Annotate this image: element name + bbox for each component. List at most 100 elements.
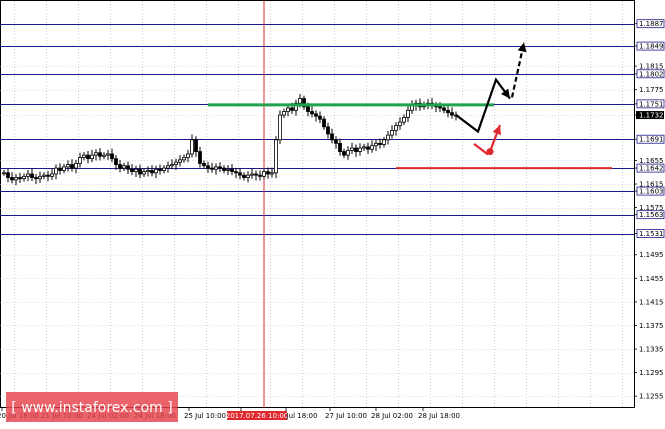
candle-body bbox=[358, 147, 362, 152]
forecast-annotations bbox=[208, 42, 612, 170]
candle-body bbox=[194, 139, 198, 152]
candle-body bbox=[22, 175, 26, 180]
plot-frame bbox=[0, 0, 635, 408]
candle-body bbox=[30, 173, 34, 178]
candle-body bbox=[442, 107, 446, 111]
candle-body bbox=[254, 173, 258, 176]
candle-body bbox=[66, 164, 70, 168]
candle-body bbox=[450, 112, 454, 116]
candle-body bbox=[310, 111, 314, 115]
candle-body bbox=[58, 167, 62, 171]
candle-body bbox=[174, 161, 178, 165]
candle-body bbox=[134, 168, 138, 173]
axis-tick-label: 1.1751 bbox=[639, 100, 664, 108]
candle-body bbox=[370, 145, 374, 150]
candle-body bbox=[374, 142, 378, 147]
candle-body bbox=[346, 150, 350, 156]
candle-body bbox=[94, 152, 98, 156]
candle-body bbox=[210, 167, 214, 170]
candle-body bbox=[286, 107, 290, 112]
watermark: [ www.instaforex.com ] bbox=[6, 392, 178, 422]
candle-body bbox=[206, 165, 210, 169]
grid bbox=[0, 0, 635, 408]
candle-body bbox=[82, 154, 86, 158]
chart-root: 1.18871.18491.18151.18021.17751.17511.17… bbox=[0, 0, 665, 429]
candle-body bbox=[378, 142, 382, 145]
candle-body bbox=[274, 139, 278, 174]
axis-tick-label: 1.1603 bbox=[639, 188, 664, 196]
candle-body bbox=[446, 109, 450, 114]
candle-body bbox=[110, 153, 114, 160]
candle-body bbox=[106, 153, 110, 156]
candle-body bbox=[150, 170, 154, 174]
candle-body bbox=[166, 165, 170, 169]
candle-body bbox=[138, 168, 142, 175]
candle-body bbox=[34, 177, 38, 180]
candle-body bbox=[54, 167, 58, 175]
axis-tick-label: 1.1887 bbox=[639, 20, 664, 28]
candle-body bbox=[114, 158, 118, 165]
price-axis: 1.18871.18491.18151.18021.17751.17511.17… bbox=[634, 19, 665, 401]
candle-body bbox=[146, 170, 150, 173]
axis-tick-label: 1.1642 bbox=[639, 165, 664, 173]
forecast-arrowhead bbox=[517, 42, 527, 53]
candle-body bbox=[298, 98, 302, 104]
candle-body bbox=[102, 154, 106, 157]
candle-body bbox=[26, 173, 30, 177]
candle-body bbox=[402, 117, 406, 123]
candle-body bbox=[50, 173, 54, 177]
candle-body bbox=[90, 154, 94, 160]
candle-body bbox=[10, 177, 14, 181]
current-price-label: 1.1732 bbox=[639, 112, 664, 120]
candle-body bbox=[2, 172, 6, 175]
candle-body bbox=[178, 159, 182, 163]
candle-body bbox=[198, 151, 202, 164]
candle-body bbox=[162, 167, 166, 171]
candle-body bbox=[246, 174, 250, 178]
candle-body bbox=[238, 172, 242, 176]
axis-tick-label: 1.1563 bbox=[639, 211, 664, 219]
candle-body bbox=[258, 174, 262, 177]
x-tick-label: Jul 18:00 bbox=[286, 412, 318, 420]
candle-body bbox=[182, 157, 186, 161]
candle-body bbox=[278, 114, 282, 141]
candle-body bbox=[282, 111, 286, 116]
candle-body bbox=[186, 153, 190, 158]
candle-body bbox=[70, 164, 74, 169]
candle-body bbox=[46, 174, 50, 177]
axis-tick-label: 1.1691 bbox=[639, 136, 664, 144]
candle-body bbox=[250, 173, 254, 176]
candle-body bbox=[42, 174, 46, 177]
candle-body bbox=[390, 129, 394, 136]
candle-body bbox=[14, 177, 18, 181]
forecast-arrow-red bbox=[473, 143, 489, 156]
candle-body bbox=[158, 168, 162, 171]
axis-tick-label: 1.1849 bbox=[639, 43, 664, 51]
candle-body bbox=[394, 125, 398, 131]
x-tick-label: 28 Jul 02:00 bbox=[371, 412, 413, 420]
candle-body bbox=[6, 172, 10, 178]
candle-body bbox=[354, 147, 358, 152]
candle-body bbox=[338, 142, 342, 152]
forecast-dot bbox=[486, 148, 494, 156]
candle-body bbox=[362, 146, 366, 149]
candle-body bbox=[202, 162, 206, 167]
price-chart: 1.18871.18491.18151.18021.17751.17511.17… bbox=[0, 0, 665, 422]
candle-body bbox=[266, 171, 270, 175]
candle-body bbox=[270, 172, 274, 175]
axis-tick-label: 1.1375 bbox=[639, 322, 664, 330]
candle-body bbox=[326, 126, 330, 135]
axis-tick-label: 1.1415 bbox=[639, 298, 664, 306]
candle-body bbox=[130, 168, 134, 173]
candle-body bbox=[126, 165, 130, 170]
candle-body bbox=[342, 151, 346, 156]
candle-body bbox=[78, 157, 82, 164]
x-tick-label: 25 Jul 10:00 bbox=[184, 412, 226, 420]
candle-body bbox=[234, 171, 238, 174]
candle-body bbox=[214, 166, 218, 170]
axis-tick-label: 1.1335 bbox=[639, 346, 664, 354]
axis-tick-label: 1.1531 bbox=[639, 230, 664, 238]
price-levels bbox=[0, 24, 634, 235]
candle-body bbox=[382, 139, 386, 145]
x-tick-label: 2017.07.26 10:00 bbox=[226, 412, 288, 420]
